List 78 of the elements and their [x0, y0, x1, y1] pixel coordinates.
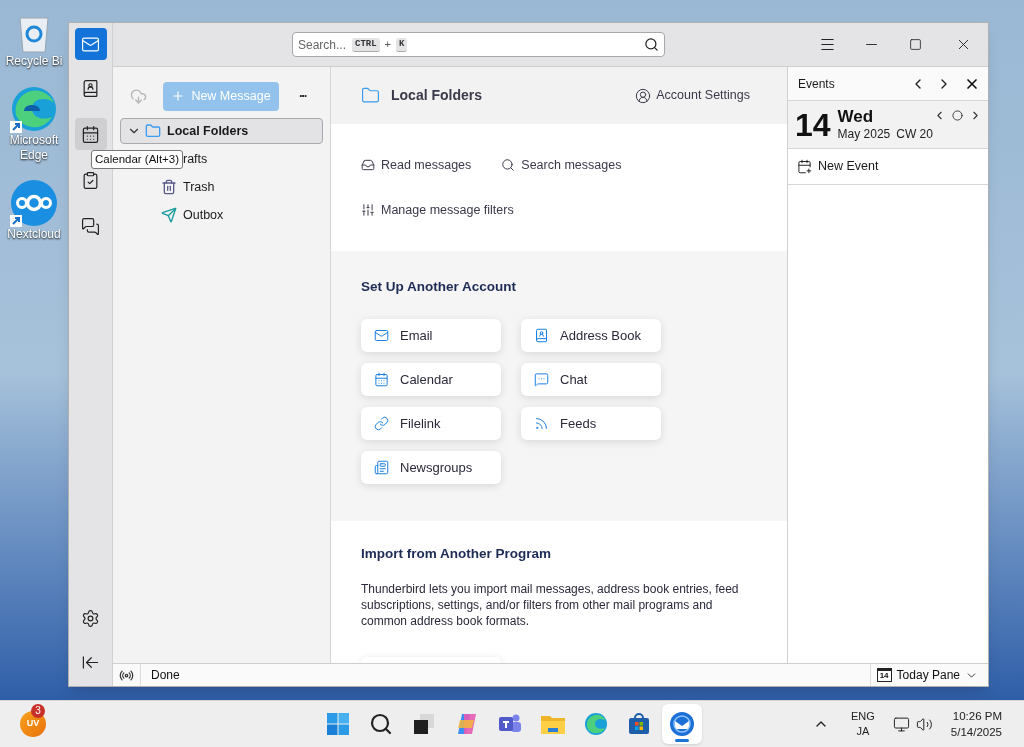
- day-number: 14: [795, 108, 831, 141]
- mail-icon: [374, 328, 389, 344]
- account-type-button[interactable]: Newsgroups: [361, 451, 501, 485]
- thunderbird-icon: [669, 711, 695, 737]
- menu-icon[interactable]: [819, 36, 836, 53]
- folder-icon: [145, 123, 161, 139]
- status-text: Done: [151, 667, 180, 684]
- search-icon: [501, 158, 516, 172]
- account-icon: [635, 87, 652, 104]
- weekday: Wed: [837, 107, 875, 127]
- action-link[interactable]: Read messages: [361, 157, 472, 173]
- today-icon[interactable]: [952, 110, 963, 121]
- tooltip: Calendar (Alt+3): [91, 150, 184, 169]
- import-description: Thunderbird lets you import mail messages, address book entries, feed subscriptions, settings, and/or filters from other mail programs and common address book formats.: [361, 581, 740, 630]
- address-book-icon: [534, 328, 549, 344]
- clock-time[interactable]: 10:26 PM: [952, 708, 1002, 724]
- search-field[interactable]: Search... CTRL + K: [292, 32, 665, 57]
- section-heading: Set Up Another Account: [361, 278, 517, 296]
- settings-icon: [81, 608, 100, 628]
- calendar-icon: [81, 124, 100, 144]
- search-icon: [369, 712, 393, 736]
- new-event-icon: [797, 159, 812, 174]
- month-year: May 2025: [837, 127, 891, 142]
- filters-icon: [361, 203, 375, 217]
- account-type-button[interactable]: Address Book: [521, 319, 661, 353]
- store-icon: [627, 712, 651, 736]
- volume-icon[interactable]: [915, 715, 933, 733]
- nextcloud-icon: [10, 179, 58, 227]
- account-type-button[interactable]: Filelink: [361, 407, 501, 441]
- folder-icon: [361, 86, 380, 105]
- more-button[interactable]: ···: [299, 86, 306, 106]
- search-input[interactable]: Search...: [298, 35, 352, 54]
- clock-date[interactable]: 5/14/2025: [950, 724, 1002, 740]
- link-icon: [374, 416, 389, 432]
- task-view-icon: [412, 712, 436, 736]
- notification-badge: 3: [31, 704, 45, 718]
- key-joiner: +: [384, 37, 392, 53]
- account-type-button[interactable]: Calendar: [361, 363, 501, 397]
- start-icon: [326, 712, 350, 736]
- section-heading: Import from Another Program: [361, 545, 552, 563]
- keyboard-key: K: [396, 37, 408, 52]
- account-type-button[interactable]: Chat: [521, 363, 661, 397]
- chat-icon: [534, 372, 549, 388]
- maximize-icon[interactable]: [909, 38, 922, 51]
- account-type-button[interactable]: Feeds: [521, 407, 661, 441]
- language-indicator[interactable]: ENG: [851, 709, 875, 724]
- account-settings-button[interactable]: Account Settings: [635, 86, 750, 105]
- action-link[interactable]: Manage message filters: [361, 202, 514, 218]
- calendar-day-icon: 14: [876, 668, 892, 682]
- recycle-bin-icon: [17, 14, 51, 54]
- folder-item[interactable]: Local Folders: [120, 118, 323, 144]
- plus-icon: [171, 89, 186, 103]
- trash-icon: [161, 179, 177, 195]
- search-icon[interactable]: [644, 37, 659, 52]
- active-indicator: [675, 739, 689, 742]
- tasks-icon: [81, 170, 100, 190]
- edge-icon: [10, 85, 58, 133]
- account-type-button[interactable]: Email: [361, 319, 501, 353]
- folder-item[interactable]: Outbox: [120, 202, 323, 228]
- action-link[interactable]: Search messages: [501, 157, 622, 173]
- edge-icon: [584, 712, 608, 736]
- pane-title: Events: [798, 75, 835, 93]
- space-button[interactable]: [74, 118, 107, 150]
- address-book-icon: [81, 78, 100, 98]
- folder-item[interactable]: Trash: [120, 174, 323, 200]
- new-event-button[interactable]: New Event: [797, 157, 879, 176]
- account-title: Local Folders: [391, 86, 483, 105]
- outbox-icon: [161, 207, 177, 223]
- calendar-icon: [374, 372, 389, 388]
- inbox-icon: [361, 158, 375, 172]
- chat-icon: [81, 216, 100, 236]
- feed-icon: [534, 416, 549, 432]
- newspaper-icon: [374, 460, 389, 476]
- today-pane-button[interactable]: 14 Today Pane: [870, 666, 984, 684]
- keyboard-key: CTRL: [352, 37, 380, 52]
- calendar-week: CW 20: [896, 127, 933, 142]
- network-icon[interactable]: [892, 715, 910, 733]
- language-indicator[interactable]: JA: [856, 724, 870, 739]
